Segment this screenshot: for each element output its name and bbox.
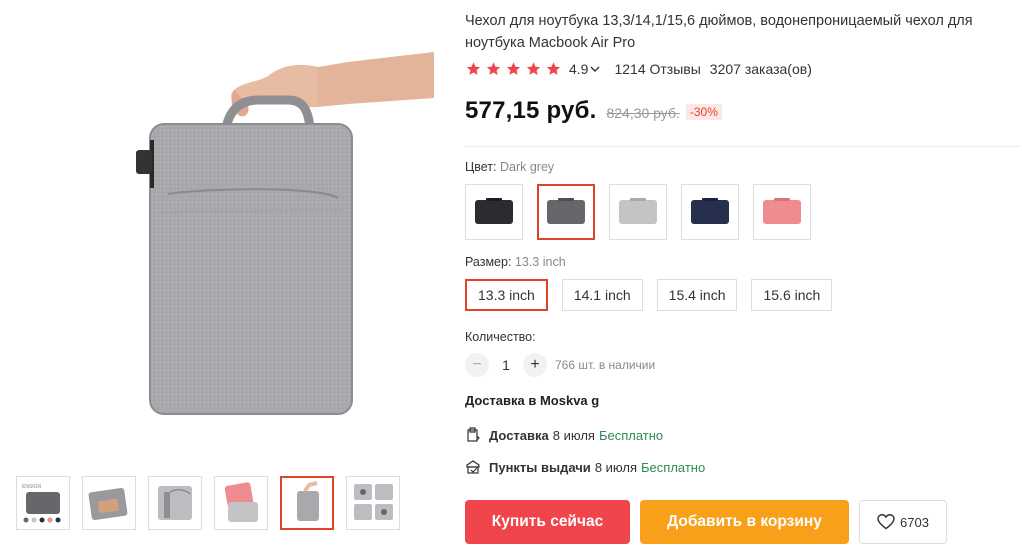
- heart-icon: [877, 514, 895, 530]
- chevron-down-icon[interactable]: [590, 65, 600, 73]
- delivery-row-label: Доставка: [489, 427, 549, 443]
- thumbnail-3[interactable]: [148, 476, 202, 530]
- price-row: 577,15 руб. 824,30 руб. -30%: [465, 97, 722, 131]
- size-option-15-6[interactable]: 15.6 inch: [751, 279, 833, 311]
- color-option-light-grey[interactable]: [609, 184, 667, 240]
- thumbnail-6[interactable]: [346, 476, 400, 530]
- size-label-row: Размер: 13.3 inch: [465, 255, 566, 269]
- thumbnail-1[interactable]: ENSIGN: [16, 476, 70, 530]
- old-price: 824,30 руб.: [606, 105, 680, 121]
- delivery-row-pickup: Пункты выдачи 8 июля Бесплатно: [465, 458, 705, 476]
- size-option-15-4[interactable]: 15.4 inch: [656, 279, 738, 311]
- star-rating: [465, 61, 562, 77]
- color-option-black[interactable]: [465, 184, 523, 240]
- reviews-link[interactable]: 1214 Отзывы: [614, 61, 700, 77]
- delivery-row-price: Бесплатно: [641, 459, 706, 475]
- delivery-heading[interactable]: Доставка в Moskva g: [465, 393, 599, 408]
- thumb-brand-text: ENSIGN: [22, 484, 42, 490]
- color-options: [465, 184, 811, 240]
- size-selected-value: 13.3 inch: [514, 255, 566, 269]
- color-option-navy[interactable]: [681, 184, 739, 240]
- orders-count: 3207 заказа(ов): [709, 61, 812, 77]
- rating-value[interactable]: 4.9: [569, 61, 588, 77]
- product-title: Чехол для ноутбука 13,3/14,1/15,6 дюймов…: [465, 13, 973, 51]
- quantity-plus-button[interactable]: +: [523, 353, 547, 377]
- divider: [465, 146, 1020, 147]
- main-product-image[interactable]: [18, 12, 434, 448]
- color-option-pink[interactable]: [753, 184, 811, 240]
- star-icon: [526, 62, 541, 75]
- color-selected-value: Dark grey: [499, 160, 555, 174]
- rating-row: 4.9 1214 Отзывы 3207 заказа(ов): [465, 59, 812, 79]
- delivery-row-label: Пункты выдачи: [489, 459, 591, 475]
- current-price: 577,15 руб.: [465, 97, 597, 124]
- size-option-14-1[interactable]: 14.1 inch: [561, 279, 643, 311]
- wishlist-button[interactable]: 6703: [859, 500, 947, 544]
- color-option-dark-grey[interactable]: [537, 184, 595, 240]
- thumbnail-strip: ENSIGN: [16, 476, 400, 530]
- size-option-13-3[interactable]: 13.3 inch: [465, 279, 548, 311]
- star-icon: [486, 62, 501, 75]
- quantity-stepper: − 1 + 766 шт. в наличии: [465, 352, 655, 378]
- star-icon: [506, 62, 521, 75]
- wishlist-count: 6703: [900, 514, 929, 530]
- size-label: Размер:: [465, 255, 512, 269]
- thumbnail-2[interactable]: [82, 476, 136, 530]
- quantity-label: Количество:: [465, 330, 536, 344]
- discount-badge: -30%: [685, 104, 722, 120]
- color-label: Цвет:: [465, 160, 497, 174]
- delivery-row-courier: Доставка 8 июля Бесплатно: [465, 426, 663, 444]
- quantity-minus-button[interactable]: −: [465, 353, 489, 377]
- quantity-value[interactable]: 1: [489, 357, 523, 373]
- delivery-row-date: 8 июля: [594, 459, 638, 475]
- star-icon: [546, 62, 561, 75]
- delivery-row-price: Бесплатно: [598, 427, 664, 443]
- buy-now-button[interactable]: Купить сейчас: [465, 500, 630, 544]
- size-options: 13.3 inch 14.1 inch 15.4 inch 15.6 inch: [465, 279, 833, 311]
- thumbnail-4[interactable]: [214, 476, 268, 530]
- color-label-row: Цвет: Dark grey: [465, 160, 554, 174]
- stock-count: 766 шт. в наличии: [555, 358, 656, 372]
- parcel-icon: [467, 427, 480, 442]
- pickup-point-icon: [466, 460, 480, 474]
- add-to-cart-button[interactable]: Добавить в корзину: [640, 500, 849, 544]
- star-icon: [466, 62, 481, 75]
- thumbnail-5[interactable]: [280, 476, 334, 530]
- delivery-row-date: 8 июля: [552, 427, 595, 443]
